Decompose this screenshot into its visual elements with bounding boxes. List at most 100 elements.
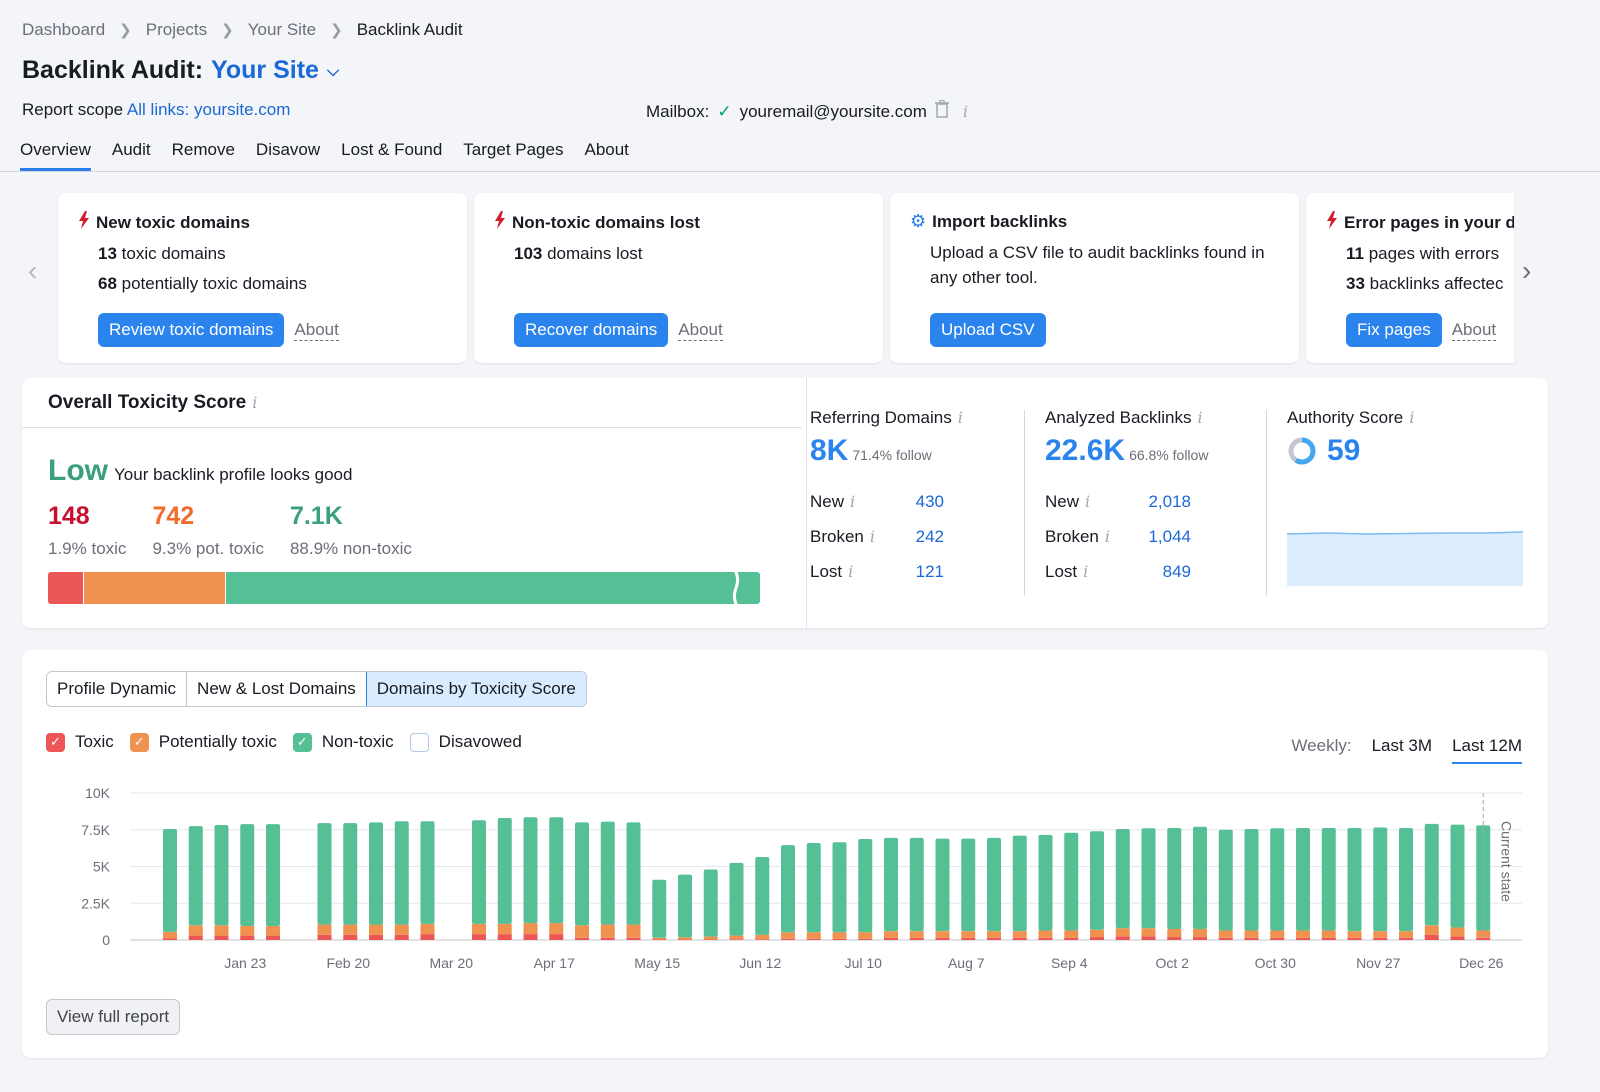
bar-segment-toxic [1141,936,1156,940]
metric-row-value[interactable]: 242 [910,527,944,547]
range-last-12m[interactable]: Last 12M [1452,736,1522,764]
breadcrumb-dashboard[interactable]: Dashboard [22,20,105,40]
current-state-label: Current state [1498,821,1514,902]
bar-segment-non-toxic [600,821,615,925]
bar-segment-toxic [1270,937,1285,940]
non-toxic-count[interactable]: 7.1K 88.9% non-toxic [290,502,412,559]
legend-non-toxic[interactable]: ✓ Non-toxic [292,732,394,752]
card-stat: 103 domains lost [514,244,863,264]
bar-segment-potentially-toxic [1167,928,1182,938]
checkbox-icon[interactable]: ✓ [46,732,65,752]
bar-segment-toxic [240,935,255,940]
card-action-button[interactable]: Recover domains [514,313,669,347]
bar-segment-non-toxic [1424,823,1439,926]
info-icon[interactable]: i [850,492,855,511]
card-about-link[interactable]: About [294,320,339,341]
trash-icon[interactable] [934,99,949,123]
analyzed-backlinks-value[interactable]: 22.6K [1045,434,1125,468]
card-action-button[interactable]: Upload CSV [930,313,1046,347]
legend-disavowed[interactable]: Disavowed [409,732,522,752]
chevron-down-icon[interactable]: ⌵ [327,63,339,81]
card-about-link[interactable]: About [678,320,723,341]
tab-about[interactable]: About [584,140,628,171]
x-tick-label: Jul 10 [845,955,883,971]
metric-row-value[interactable]: 1,044 [1145,527,1191,547]
info-icon[interactable]: i [1083,562,1088,581]
x-tick-label: Aug 7 [948,955,985,971]
chart-tab-new-lost-domains[interactable]: New & Lost Domains [187,672,367,706]
metric-row-value[interactable]: 430 [910,492,944,512]
bar-segment-non-toxic [497,817,512,924]
card-action-button[interactable]: Review toxic domains [98,313,285,347]
chart-tab-profile-dynamic[interactable]: Profile Dynamic [47,672,188,706]
authority-trend-sparkline [1287,531,1523,586]
referring-domains: Referring Domains i 8K 71.4% follow New i 43… [810,408,963,589]
checkbox-icon[interactable]: ✓ [129,732,149,752]
chart-tab-domains-by-toxicity-score[interactable]: Domains by Toxicity Score [365,672,586,706]
referring-domains-title: Referring Domains [810,408,952,427]
mailbox-email: youremail@yoursite.com [739,101,927,121]
bar-segment-toxic [266,935,280,940]
metric-row-value[interactable]: 849 [1145,562,1191,582]
bar-segment-potentially-toxic [1244,930,1259,938]
scope-link[interactable]: All links: yoursite.com [127,100,290,119]
site-selector[interactable]: Your Site [211,56,319,85]
metric-row-value[interactable]: 121 [910,562,944,582]
bar-segment-potentially-toxic [163,931,177,939]
analyzed-backlinks: Analyzed Backlinks i 22.6K 66.8% follow Ne… [1045,408,1208,589]
info-icon[interactable]: i [252,393,257,412]
card-stat: 13 toxic domains [98,244,447,264]
referring-domains-value[interactable]: 8K [810,434,848,468]
bar-segment-toxic [961,937,976,940]
breadcrumb-your-site[interactable]: Your Site [248,20,316,40]
view-full-report-button[interactable]: View full report [46,999,181,1035]
metric-row-value[interactable]: 2,018 [1145,492,1191,512]
pot-toxic-count[interactable]: 742 9.3% pot. toxic [152,502,264,559]
carousel-prev-icon[interactable]: ‹ [28,255,37,287]
tab-overview[interactable]: Overview [20,140,91,171]
checkbox-icon[interactable]: ✓ [292,732,312,752]
checkbox-icon[interactable] [409,732,429,752]
tab-audit[interactable]: Audit [112,140,151,171]
card-action-button[interactable]: Fix pages [1346,313,1442,347]
info-icon[interactable]: i [1085,492,1090,511]
bar-segment-potentially-toxic [1373,931,1388,938]
legend-potentially-toxic[interactable]: ✓ Potentially toxic [129,732,277,752]
bar-segment-potentially-toxic [781,932,795,939]
bar-segment-toxic [781,938,795,940]
card-about-link[interactable]: About [1451,320,1497,341]
breadcrumb-projects[interactable]: Projects [146,20,207,40]
carousel-next-icon[interactable]: › [1522,255,1531,287]
card-description: Upload a CSV file to audit backlinks fou… [930,243,1265,287]
info-icon[interactable]: i [963,102,968,121]
info-icon[interactable]: i [1105,527,1110,546]
x-tick-label: Oct 2 [1156,955,1190,971]
tab-remove[interactable]: Remove [172,140,235,171]
info-icon[interactable]: i [958,408,963,427]
mailbox-label: Mailbox: [646,101,710,121]
range-last-3m[interactable]: Last 3M [1372,736,1432,764]
bar-segment-toxic [214,935,229,940]
bar-segment-toxic [1012,937,1027,940]
card-stat: 11 pages with errors [1346,244,1499,264]
info-icon[interactable]: i [1197,408,1202,427]
tab-lost-found[interactable]: Lost & Found [341,140,442,171]
bar-segment-non-toxic [806,842,821,933]
bar-segment-non-toxic [1193,826,1207,929]
metric-row: New i 430 [810,484,963,519]
tab-target-pages[interactable]: Target Pages [463,140,563,171]
metric-row-label: Broken [810,526,864,546]
info-icon[interactable]: i [1409,408,1414,427]
info-icon[interactable]: i [848,562,853,581]
bar-segment-potentially-toxic [755,934,770,940]
toxicity-message: Your backlink profile looks good [114,465,353,484]
bar-segment-potentially-toxic [1038,930,1053,938]
info-icon[interactable]: i [870,527,875,546]
chevron-right-icon: ❯ [119,22,132,39]
bar-segment-non-toxic [1244,829,1259,931]
legend-toxic[interactable]: ✓ Toxic [46,732,114,752]
bar-segment-non-toxic [188,826,203,926]
authority-score-value[interactable]: 59 [1327,434,1360,468]
tab-disavow[interactable]: Disavow [256,140,320,171]
toxic-count[interactable]: 148 1.9% toxic [48,502,126,559]
